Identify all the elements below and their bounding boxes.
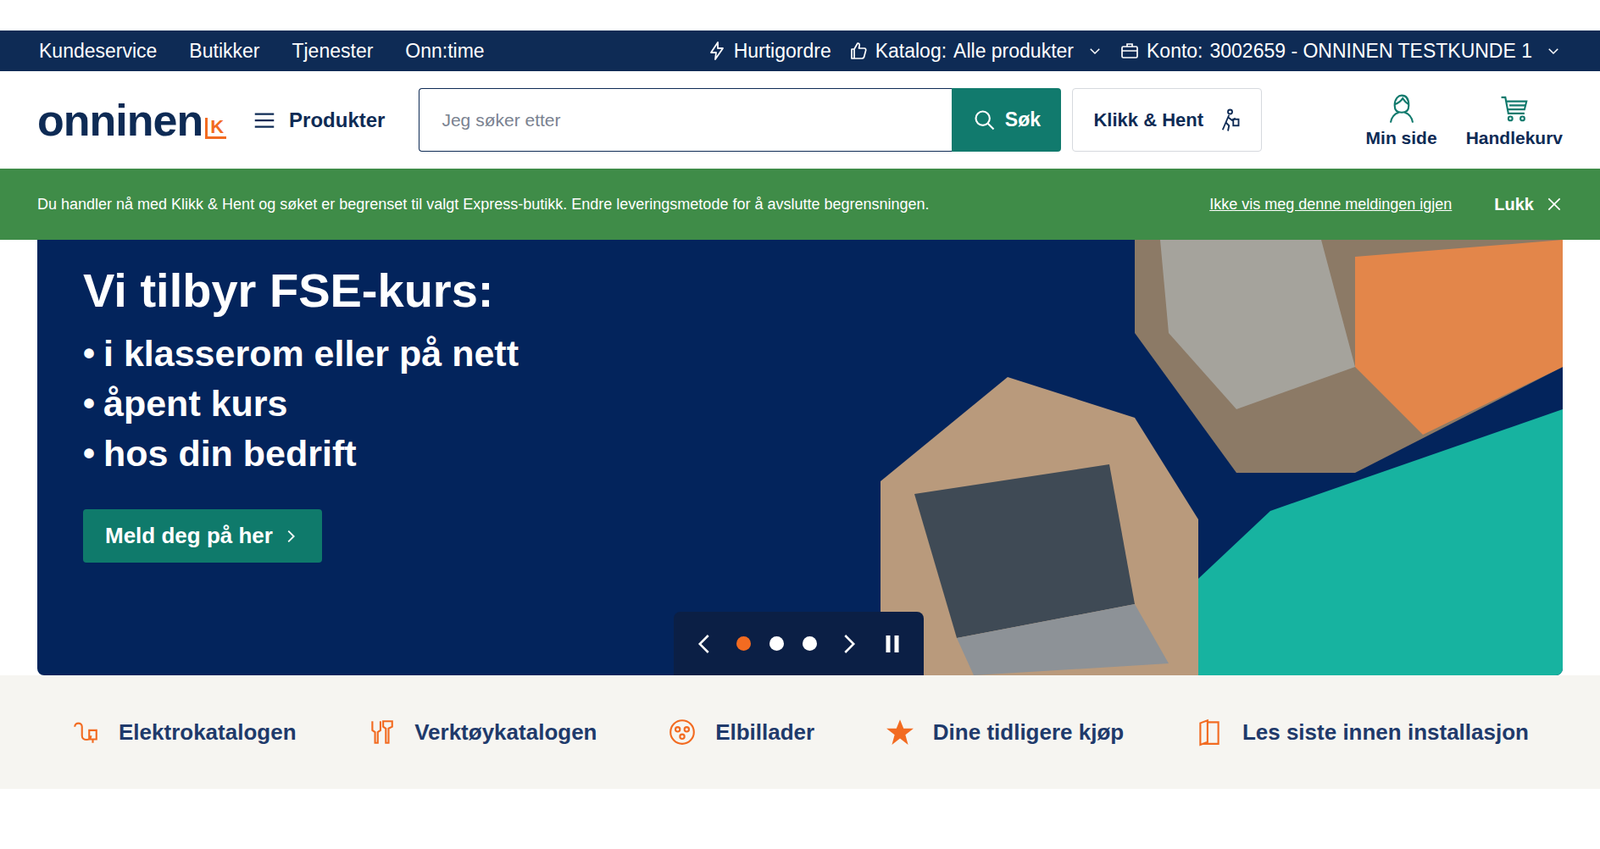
header: onninenK Produkter SøkKlikk & Hent Min side… [0, 71, 1600, 169]
hero-bullet: •hos din bedrift [83, 428, 881, 479]
pause-button[interactable] [879, 631, 906, 657]
top-link[interactable]: Onn:time [405, 39, 484, 63]
person-carrying-icon [1215, 107, 1241, 134]
prev-button[interactable] [692, 631, 718, 657]
top-spacer [0, 0, 1600, 31]
pause-icon [879, 631, 906, 657]
account-select[interactable]: Konto:3002659 - ONNINEN TESTKUNDE 1 [1119, 39, 1562, 63]
click-collect-button[interactable]: Klikk & Hent [1072, 88, 1262, 152]
magnifier-icon [972, 108, 997, 133]
slide-dot[interactable] [769, 636, 784, 651]
cart-icon [1498, 92, 1531, 125]
catalog-select[interactable]: Katalog:Alle produkter [848, 39, 1103, 63]
my-page-link[interactable]: Min side [1366, 92, 1438, 149]
hero-bullet: •åpent kurs [83, 378, 881, 429]
search-input[interactable] [418, 88, 952, 152]
top-actions: Hurtigordre Katalog:Alle produkter Konto:3… [706, 39, 1562, 63]
category-link[interactable]: Elektrokatalogen [71, 717, 297, 747]
signup-button[interactable]: Meld deg på her [83, 509, 323, 563]
cart-link[interactable]: Handlekurv [1466, 92, 1563, 149]
chevron-left-icon [692, 631, 718, 657]
category-strip: Elektrokatalogen Verktøykatalogen Elbillad… [0, 675, 1600, 789]
chevron-right-icon [281, 527, 300, 546]
close-button[interactable]: Lukk [1494, 194, 1563, 215]
cable-icon [71, 717, 100, 747]
search-button[interactable]: Søk [951, 88, 1062, 152]
hero-bullet: •i klasserom eller på nett [83, 328, 881, 379]
hero-carousel: Vi tilbyr FSE-kurs: •i klasserom eller på… [37, 239, 1563, 676]
logo-badge: K [205, 117, 227, 139]
chevron-right-icon [835, 631, 862, 657]
category-link[interactable]: Elbillader [667, 717, 815, 747]
hero-photo [880, 239, 1563, 676]
next-button[interactable] [835, 631, 862, 657]
chevron-down-icon [1087, 43, 1103, 59]
hero-bullets: •i klasserom eller på nett•åpent kurs•ho… [83, 328, 881, 479]
thumbs-up-icon [848, 40, 869, 62]
tools-icon [366, 717, 396, 747]
category-link[interactable]: Verktøykatalogen [366, 717, 597, 747]
carousel-controls [673, 611, 924, 676]
notice-banner: Du handler nå med Klikk & Hent og søket … [0, 168, 1600, 240]
chevron-down-icon [1545, 43, 1562, 59]
book-icon [1194, 717, 1224, 747]
header-actions: Min side Handlekurv [1366, 92, 1563, 149]
quick-order-link[interactable]: Hurtigordre [706, 39, 832, 63]
top-link[interactable]: Butikker [188, 39, 260, 63]
logo[interactable]: onninenK [37, 98, 227, 143]
hero-content: Vi tilbyr FSE-kurs: •i klasserom eller på… [37, 239, 881, 676]
user-icon [1385, 92, 1418, 125]
top-link[interactable]: Tjenester [291, 39, 373, 63]
close-icon [1545, 195, 1563, 213]
hero-title: Vi tilbyr FSE-kurs: [83, 261, 881, 319]
top-links: Kundeservice Butikker Tjenester Onn:time [38, 39, 485, 63]
top-link[interactable]: Kundeservice [38, 39, 157, 63]
slide-dot[interactable] [802, 636, 817, 651]
top-bar: Kundeservice Butikker Tjenester Onn:time Hur… [0, 30, 1600, 72]
category-link[interactable]: Dine tidligere kjøp [885, 717, 1124, 747]
hide-message-link[interactable]: Ikke vis meg denne meldingen igjen [1209, 195, 1452, 214]
products-menu[interactable]: Produkter [251, 107, 385, 134]
star-icon [885, 717, 915, 747]
page: Kundeservice Butikker Tjenester Onn:time Hur… [0, 0, 1600, 849]
lightning-icon [706, 40, 728, 62]
charger-plug-icon [667, 717, 697, 747]
briefcase-icon [1119, 40, 1140, 62]
search-bar: Søk [418, 88, 1062, 152]
category-link[interactable]: Les siste innen installasjon [1194, 717, 1529, 747]
slide-dot[interactable] [736, 636, 751, 651]
hamburger-icon [251, 107, 278, 134]
